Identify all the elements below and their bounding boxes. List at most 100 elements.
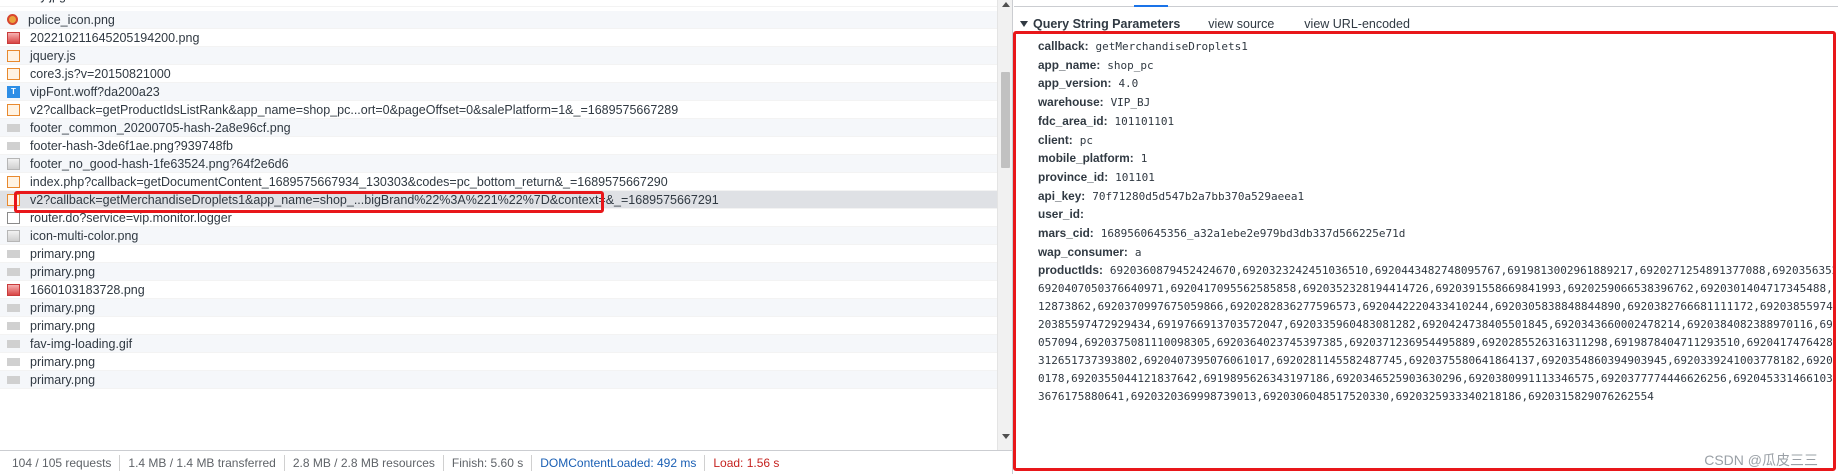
collapse-triangle-icon[interactable] — [1020, 21, 1028, 27]
request-row[interactable]: primary.png — [0, 299, 997, 317]
request-row-selected[interactable]: v2?callback=getMerchandiseDroplets1&app_… — [0, 191, 997, 209]
request-name: footer-hash-3de6f1ae.png?939748fb — [30, 138, 233, 153]
query-param-row: fdc_area_id: 101101101 — [1038, 114, 1174, 128]
query-param-row: app_version: 4.0 — [1038, 76, 1138, 90]
scroll-thumb[interactable] — [1001, 72, 1010, 168]
request-name: 1660103183728.png — [30, 282, 145, 297]
request-row[interactable]: router.do?service=vip.monitor.logger — [0, 209, 997, 227]
param-key: province_id: — [1038, 169, 1109, 184]
request-row[interactable]: primary.png — [0, 245, 997, 263]
view-url-encoded-link[interactable]: view URL-encoded — [1304, 17, 1410, 31]
request-row[interactable]: 20221021164520519420​0.png — [0, 29, 997, 47]
image-flat-icon — [7, 123, 20, 132]
query-param-row: callback: getMerchandiseDroplets1 — [1038, 39, 1248, 53]
param-key: app_version: — [1038, 76, 1112, 91]
view-source-link[interactable]: view source — [1208, 17, 1274, 31]
image-red-icon — [7, 283, 20, 296]
product-ids-continuation-line: 057094,6920375081110098305,6920364023745… — [1038, 335, 1834, 349]
scroll-down-arrow-icon[interactable] — [1002, 434, 1010, 439]
image-flat-icon — [7, 303, 20, 312]
image-icon — [7, 157, 20, 170]
request-row[interactable]: primary.png — [0, 263, 997, 281]
request-row[interactable]: footer_common_20200705-hash-2a8e96cf.png — [0, 119, 997, 137]
request-row[interactable]: fav-img-loading.gif — [0, 335, 997, 353]
param-key: wap_consumer: — [1038, 244, 1128, 259]
param-key: callback: — [1038, 39, 1089, 53]
request-row[interactable]: icon-multi-color.png — [0, 227, 997, 245]
param-value: a — [1134, 245, 1142, 259]
param-key: productIds: — [1038, 263, 1103, 278]
param-value: getMerchandiseDroplets1 — [1095, 40, 1248, 53]
request-row[interactable]: police_icon.png — [0, 11, 997, 29]
image-flat-icon — [7, 357, 20, 366]
request-name: router.do?service=vip.monitor.logger — [30, 210, 232, 225]
request-row[interactable]: primary.png — [0, 371, 997, 389]
request-name: footer_common_20200705-hash-2a8e96cf.png — [30, 120, 291, 135]
query-param-row: client: pc — [1038, 133, 1093, 147]
network-request-panel: ...y.jpg police_icon.png 20221021164520519… — [0, 0, 1013, 474]
request-row[interactable]: core3.js?v=20150821000 — [0, 65, 997, 83]
param-value: 70f71280d5d547b2a7bb370a529aeea1 — [1092, 189, 1305, 203]
police-icon — [7, 14, 18, 25]
product-ids-continuation-line: 12873862,6920370997675059866,69202828362… — [1038, 300, 1834, 313]
script-icon — [7, 193, 20, 206]
network-status-bar: 104 / 105 requests 1.4 MB / 1.4 MB trans… — [0, 450, 1012, 474]
image-flat-icon — [7, 339, 20, 348]
image-flat-icon — [7, 141, 20, 150]
image-flat-icon — [7, 375, 20, 384]
param-key: fdc_area_id: — [1038, 113, 1108, 128]
script-icon — [7, 49, 20, 62]
request-name: vipFont.woff?da200a23 — [30, 84, 160, 99]
param-value: 1 — [1140, 152, 1148, 166]
image-icon — [7, 229, 20, 242]
product-ids-continuation-line: 312651737393802,6920407395076061017,6920… — [1038, 353, 1834, 367]
param-value: 4.0 — [1118, 77, 1139, 91]
request-row-partial[interactable]: ...y.jpg — [0, 0, 997, 7]
query-string-section-header[interactable]: Query String Parameters view source view… — [1020, 15, 1440, 33]
param-value: 101101 — [1115, 170, 1155, 184]
transferred-size: 1.4 MB / 1.4 MB transferred — [120, 454, 285, 471]
request-row[interactable]: primary.png — [0, 317, 997, 335]
request-row[interactable]: footer-hash-3de6f1ae.png?939748fb — [0, 137, 997, 155]
param-key: mars_cid: — [1038, 226, 1094, 240]
load-time: Load: 1.56 s — [713, 455, 780, 470]
request-row[interactable]: TvipFont.woff?da200a23 — [0, 83, 997, 101]
script-icon — [7, 67, 20, 80]
request-name: icon-multi-color.png — [30, 228, 139, 243]
request-row[interactable]: 1660103183728.png — [0, 281, 997, 299]
image-flat-icon — [7, 249, 20, 258]
request-row[interactable]: jquery.js — [0, 47, 997, 65]
request-row[interactable]: primary.png — [0, 353, 997, 371]
param-key: warehouse: — [1038, 95, 1104, 110]
scroll-up-arrow-icon[interactable] — [1002, 2, 1010, 7]
request-name: jquery.js — [30, 48, 76, 63]
request-row[interactable]: footer_no_good-hash-1fe63524.png?64f2e6d… — [0, 155, 997, 173]
product-ids-continuation-line: 6920407050376640971,6920417095562585858,… — [1038, 282, 1834, 296]
query-param-row: province_id: 101101 — [1038, 170, 1155, 184]
product-ids-continuation-line: 0178,6920355044121837642,691989562634319… — [1038, 371, 1834, 385]
document-icon — [7, 211, 20, 224]
dom-content-loaded-time: DOMContentLoaded: 492 ms — [532, 454, 706, 471]
request-name: primary.png — [30, 264, 96, 279]
param-value: 1689560645356_a32a1ebe2e979bd3db337d5662… — [1100, 227, 1406, 240]
query-param-row: productIds: 6920360879452424670,692032324… — [1038, 263, 1834, 277]
request-name: primary.png — [30, 318, 96, 333]
request-name: index.php?callback=getDocumentContent_16… — [30, 174, 668, 189]
param-value: VIP_BJ — [1110, 96, 1151, 110]
request-row[interactable]: v2?callback=getProductIdsListRank&app_na… — [0, 101, 997, 119]
query-params-list: callback: getMerchandiseDroplets1 app_name… — [1038, 39, 1834, 467]
request-list-scrollbar[interactable] — [997, 0, 1012, 450]
request-name: 20221021164520519420​0.png — [30, 30, 200, 45]
image-red-icon — [7, 31, 20, 44]
request-name: v2?callback=getProductIdsListRank&app_na… — [30, 102, 679, 117]
param-value: 6920360879452424670,6920323242451036510,… — [1109, 264, 1834, 278]
request-name: primary.png — [30, 372, 96, 387]
request-name: police_icon.png — [28, 12, 115, 27]
request-row[interactable]: index.php?callback=getDocumentContent_16… — [0, 173, 997, 191]
section-title[interactable]: Query String Parameters — [1033, 17, 1180, 31]
param-key: app_name: — [1038, 57, 1101, 72]
request-name: footer_no_good-hash-1fe63524.png?64f2e6d… — [30, 156, 289, 171]
param-key: mobile_platform: — [1038, 151, 1134, 166]
query-param-row: wap_consumer: a — [1038, 245, 1141, 259]
param-key: user_id: — [1038, 207, 1084, 222]
